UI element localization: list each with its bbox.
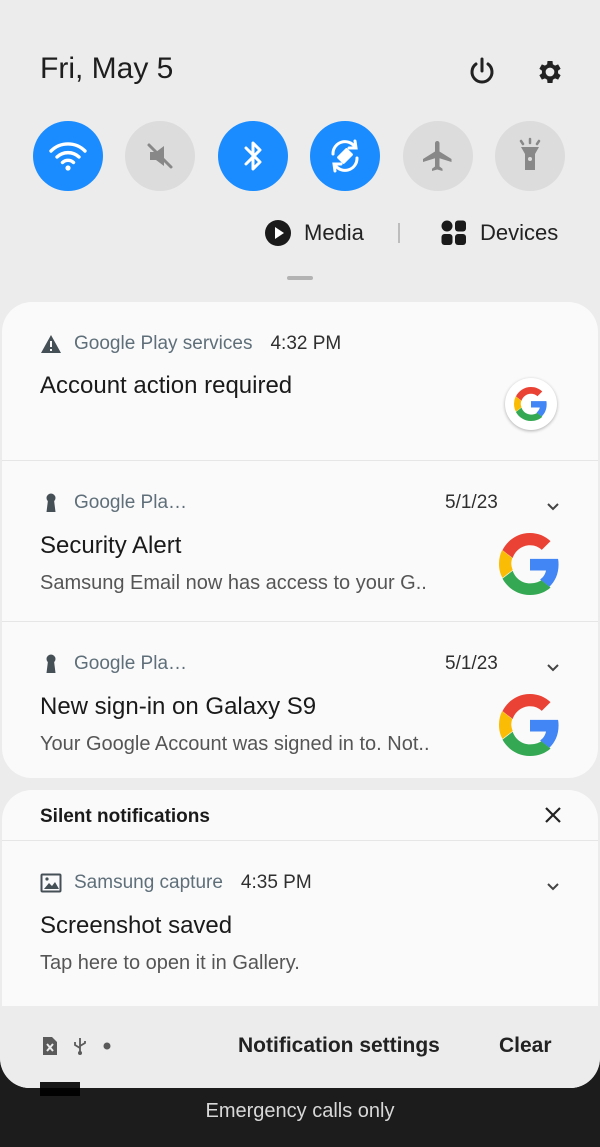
notification-panel: Fri, May 5 Media Devices Google Play ser… (0, 0, 600, 1088)
notification-settings-button[interactable]: Notification settings (238, 1034, 440, 1058)
flashlight-toggle[interactable] (495, 121, 565, 191)
notification-item[interactable]: Google Play services 4:32 PM Account act… (2, 302, 598, 460)
notification-title: Account action required (40, 372, 293, 399)
lockscreen-shortcut (40, 1082, 80, 1096)
status-icons (40, 1036, 112, 1056)
no-sim-icon (43, 1037, 57, 1055)
notification-title: Security Alert (40, 532, 182, 559)
notifications-card: Google Play services 4:32 PM Account act… (2, 302, 598, 778)
notification-title: Screenshot saved (40, 912, 233, 939)
notification-time: 5/1/23 (445, 492, 498, 513)
emergency-calls-label: Emergency calls only (205, 1100, 395, 1122)
notification-app-row: Google Pla… (40, 490, 187, 516)
notification-body: Your Google Account was signed in to. No… (40, 733, 430, 755)
usb-icon (74, 1038, 86, 1055)
panel-footer: Notification settings Clear (0, 1006, 600, 1088)
notification-app-row: Google Pla… (40, 651, 187, 677)
notification-app-name: Samsung capture (74, 872, 223, 893)
flashlight-icon (519, 137, 541, 170)
silent-notifications-header: Silent notifications (40, 806, 210, 827)
dot-icon (103, 1042, 111, 1050)
clear-button[interactable]: Clear (499, 1034, 552, 1058)
notification-item[interactable]: Samsung capture 4:35 PM Screenshot saved… (2, 841, 598, 1001)
warning-icon (41, 335, 61, 353)
airplane-icon (423, 141, 452, 171)
power-icon[interactable] (464, 54, 500, 90)
notification-body: Tap here to open it in Gallery. (40, 952, 300, 974)
auto-rotate-toggle[interactable] (310, 121, 380, 191)
keyhole-icon (46, 654, 56, 673)
rotate-icon (331, 139, 359, 173)
play-icon (265, 220, 291, 246)
media-button[interactable]: Media (264, 216, 364, 250)
notification-app-name: Google Pla… (74, 653, 188, 674)
notification-item[interactable]: Google Pla… 5/1/23 New sign-in on Galaxy… (2, 622, 598, 778)
close-icon[interactable] (540, 802, 566, 828)
notification-time: 5/1/23 (445, 653, 498, 674)
bluetooth-icon (244, 141, 262, 171)
wifi-toggle[interactable] (33, 121, 103, 191)
image-icon (40, 873, 62, 893)
keyhole-icon (46, 493, 56, 512)
google-icon (505, 378, 557, 430)
media-label: Media (304, 220, 364, 245)
drag-handle[interactable] (287, 276, 313, 280)
quick-settings-row (33, 121, 567, 191)
media-devices-row: Media Devices (0, 216, 600, 250)
gear-icon[interactable] (532, 54, 568, 90)
mute-icon (147, 143, 173, 169)
date-label: Fri, May 5 (40, 52, 174, 85)
chevron-down-icon[interactable] (543, 658, 563, 678)
divider (398, 223, 400, 243)
wifi-icon (49, 142, 87, 171)
bluetooth-toggle[interactable] (218, 121, 288, 191)
notification-app-name: Google Play services (74, 333, 253, 354)
notification-app-name: Google Pla… (74, 492, 188, 513)
devices-label: Devices (480, 220, 559, 245)
devices-icon (441, 220, 466, 245)
sound-toggle[interactable] (125, 121, 195, 191)
notification-app-row: Samsung capture 4:35 PM (40, 870, 312, 896)
google-icon (498, 533, 563, 597)
google-icon (498, 694, 563, 758)
notification-app-row: Google Play services 4:32 PM (40, 331, 341, 357)
chevron-down-icon[interactable] (543, 497, 563, 517)
notification-body: Samsung Email now has access to your G.. (40, 572, 427, 594)
notification-title: New sign-in on Galaxy S9 (40, 693, 317, 720)
notification-time: 4:32 PM (270, 333, 342, 354)
chevron-down-icon[interactable] (543, 877, 563, 897)
devices-button[interactable]: Devices (440, 216, 558, 250)
notification-item[interactable]: Google Pla… 5/1/23 Security Alert Samsun… (2, 461, 598, 621)
notification-time: 4:35 PM (240, 872, 312, 893)
airplane-toggle[interactable] (403, 121, 473, 191)
